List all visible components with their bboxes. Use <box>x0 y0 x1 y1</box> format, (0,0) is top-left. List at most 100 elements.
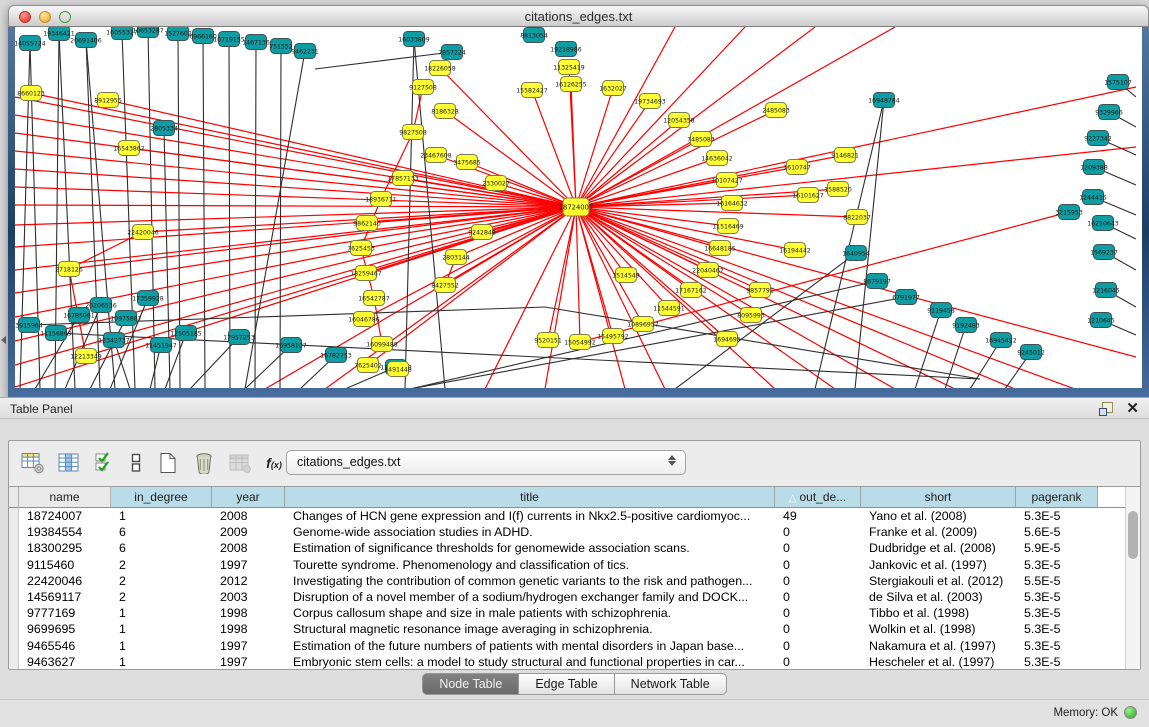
graph-node[interactable]: 9862140 <box>353 216 381 231</box>
side-panel-collapse-arrow[interactable] <box>1 336 6 344</box>
graph-node[interactable]: 12054358 <box>663 113 695 128</box>
column-header-title[interactable]: title <box>285 487 775 508</box>
citation-edge-black[interactable] <box>255 42 256 388</box>
new-table-button[interactable] <box>154 449 182 477</box>
graph-node[interactable]: 7857224 <box>438 45 466 60</box>
graph-node[interactable]: 16194442 <box>779 243 811 258</box>
column-header-pagerank[interactable]: pagerank <box>1016 487 1098 508</box>
table-row[interactable]: 977716911998Corpus callosum shape and si… <box>9 605 1125 621</box>
graph-node[interactable]: 12342737 <box>98 333 130 348</box>
graph-node[interactable]: 1569237 <box>1090 245 1118 260</box>
column-header-out_de...[interactable]: △out_de... <box>775 487 861 508</box>
graph-node[interactable]: 9227342 <box>1084 131 1112 146</box>
citation-edge-black[interactable] <box>148 30 155 388</box>
table-row[interactable]: 946554611997Estimation of the future num… <box>9 638 1125 654</box>
graph-node[interactable]: 9520151 <box>534 333 562 348</box>
graph-node[interactable]: 2805334 <box>150 121 178 136</box>
graph-node[interactable]: 1588520 <box>824 182 852 197</box>
graph-node[interactable]: 20691406 <box>70 33 102 48</box>
graph-node[interactable]: 11516469 <box>712 219 744 234</box>
table-select-combo[interactable]: citations_edges.txt <box>286 450 686 475</box>
graph-node[interactable]: 10107427 <box>711 173 743 188</box>
citation-edge-black[interactable] <box>280 46 281 388</box>
table-row[interactable]: 946362711997Embryonic stem cells: a mode… <box>9 654 1125 669</box>
table-row[interactable]: 1456911722003Disruption of a novel membe… <box>9 589 1125 605</box>
citation-edge-black[interactable] <box>203 36 205 388</box>
graph-node[interactable]: 16945422 <box>985 333 1017 348</box>
graph-node[interactable]: 9242848 <box>468 225 496 240</box>
graph-node[interactable]: 8186328 <box>431 104 459 119</box>
graph-node[interactable]: 8095993 <box>737 308 765 323</box>
graph-node[interactable]: 2803144 <box>442 250 470 265</box>
table-scrollbar[interactable] <box>1125 487 1140 669</box>
graph-node[interactable]: 2330027 <box>482 176 510 191</box>
citation-edge-red[interactable] <box>69 232 143 269</box>
table-row[interactable]: 1938455462009Genome-wide association stu… <box>9 524 1125 540</box>
hub-node[interactable]: 18724007 <box>559 198 594 216</box>
citation-edge-red[interactable] <box>15 207 576 293</box>
citation-edge-red[interactable] <box>532 90 576 207</box>
graph-node[interactable]: 1210645 <box>1087 313 1115 328</box>
graph-node[interactable]: 1491448 <box>384 362 412 377</box>
tab-network-table[interactable]: Network Table <box>615 673 727 695</box>
graph-node[interactable]: 7625453 <box>347 241 375 256</box>
show-columns-button[interactable] <box>55 449 83 477</box>
graph-node[interactable]: 1610747 <box>783 160 811 175</box>
graph-node[interactable]: 8679197 <box>863 274 891 289</box>
graph-node[interactable]: 16033809 <box>398 32 430 47</box>
float-panel-icon[interactable] <box>1099 402 1112 415</box>
graph-node[interactable]: 20206536 <box>85 298 117 313</box>
graph-node[interactable]: 8912955 <box>94 93 122 108</box>
graph-node[interactable]: 3915964 <box>15 318 43 333</box>
table-row[interactable]: 1830029562008Estimation of significance … <box>9 540 1125 556</box>
delete-table-button[interactable] <box>190 449 218 477</box>
graph-node[interactable]: 1514549 <box>612 268 640 283</box>
table-settings-button[interactable] <box>19 449 47 477</box>
graph-node[interactable]: 9827508 <box>399 125 427 140</box>
graph-node[interactable]: 9329966 <box>1095 105 1123 120</box>
citation-edge-black[interactable] <box>815 100 884 388</box>
citation-edge-red[interactable] <box>576 207 580 342</box>
graph-node[interactable]: 1527602 <box>164 27 192 41</box>
graph-node[interactable]: 1575107 <box>1104 75 1132 90</box>
table-scrollbar-thumb[interactable] <box>1128 511 1138 559</box>
graph-node[interactable]: 2485083 <box>762 103 790 118</box>
table-row[interactable]: 2242004622012Investigating the contribut… <box>9 573 1125 589</box>
graph-node[interactable]: 9857791 <box>746 283 774 298</box>
graph-node[interactable]: 18226058 <box>424 61 456 76</box>
graph-node[interactable]: 6791977 <box>892 290 920 305</box>
graph-node[interactable]: 16948784 <box>868 93 900 108</box>
table-row[interactable]: 911546021997Tourette syndrome. Phenomeno… <box>9 557 1125 573</box>
graph-node[interactable]: 2718126 <box>55 262 83 277</box>
function-builder-button[interactable]: f(x) <box>260 449 288 477</box>
graph-node[interactable]: 9192483 <box>952 318 980 333</box>
graph-node[interactable]: 19218986 <box>550 42 582 57</box>
graph-node[interactable]: 1209388 <box>1080 160 1108 175</box>
graph-node[interactable]: 8822037 <box>843 210 871 225</box>
graph-node[interactable]: 9146821 <box>831 148 859 163</box>
graph-node[interactable]: 8813054 <box>520 28 548 43</box>
table-row[interactable]: 969969511998Structural magnetic resonanc… <box>9 621 1125 637</box>
graph-node[interactable]: 16164632 <box>716 196 748 211</box>
tab-node-table[interactable]: Node Table <box>422 673 519 695</box>
tab-edge-table[interactable]: Edge Table <box>519 673 614 695</box>
graph-node[interactable]: 1694695 <box>713 332 741 347</box>
row-height-button[interactable] <box>122 449 150 477</box>
graph-node[interactable]: 16543862 <box>113 141 145 156</box>
graph-node[interactable]: 9462231 <box>291 44 319 59</box>
close-panel-icon[interactable]: ✕ <box>1126 401 1139 416</box>
graph-node[interactable]: 1467136 <box>242 35 270 50</box>
graph-node[interactable]: 18936711 <box>365 192 397 207</box>
graph-node[interactable]: 16542787 <box>358 291 390 306</box>
graph-node[interactable]: 9119458 <box>927 303 955 318</box>
graph-node[interactable]: 19734693 <box>634 94 666 109</box>
citation-edge-red[interactable] <box>129 148 576 207</box>
graph-node[interactable]: 1632027 <box>599 81 627 96</box>
graph-node[interactable]: 11325419 <box>553 60 585 75</box>
graph-node[interactable]: 1216045 <box>1092 283 1120 298</box>
column-header-name[interactable]: name <box>19 487 111 508</box>
column-header-year[interactable]: year <box>212 487 285 508</box>
graph-node[interactable]: 16782753 <box>320 348 352 363</box>
graph-node[interactable]: 15582427 <box>516 83 548 98</box>
network-canvas[interactable]: 1405572419346421206914061605532710653287… <box>15 27 1142 388</box>
